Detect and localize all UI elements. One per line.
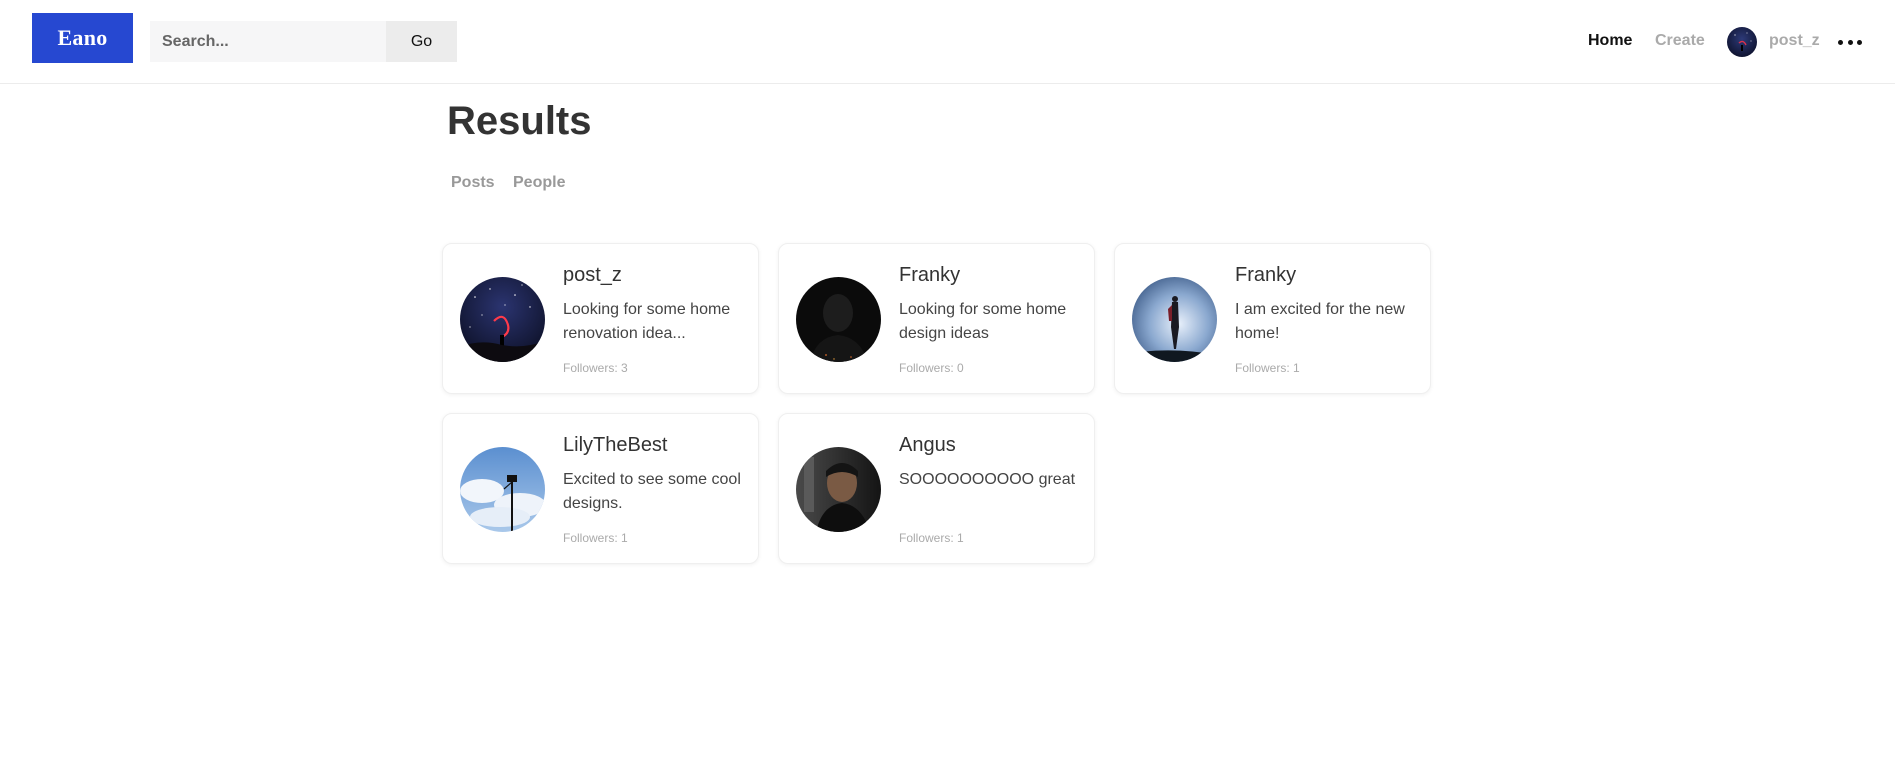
card-bio: SOOOOOOOOOO great [899, 471, 1076, 488]
card-followers: Followers: 0 [899, 361, 964, 375]
tab-people[interactable]: People [513, 174, 565, 192]
nav-username[interactable]: post_z [1769, 32, 1820, 50]
user-card[interactable]: Franky Looking for some home design idea… [778, 243, 1095, 394]
avatar [460, 447, 545, 532]
avatar [460, 277, 545, 362]
user-card[interactable]: Franky I am excited for the new home! Fo… [1114, 243, 1431, 394]
card-followers: Followers: 1 [1235, 361, 1300, 375]
card-followers: Followers: 1 [563, 531, 628, 545]
user-card[interactable]: post_z Looking for some home renovation … [442, 243, 759, 394]
avatar [1132, 277, 1217, 362]
card-name[interactable]: LilyTheBest [563, 434, 668, 457]
card-followers: Followers: 3 [563, 361, 628, 375]
card-bio: I am excited for the new home! [1235, 301, 1405, 342]
top-navbar: Eano Go Home Create post_z [0, 0, 1895, 84]
user-card[interactable]: Angus SOOOOOOOOOO great Followers: 1 [778, 413, 1095, 564]
tab-posts[interactable]: Posts [451, 174, 495, 192]
more-menu-icon[interactable] [1838, 32, 1862, 52]
card-name[interactable]: post_z [563, 264, 622, 287]
user-card[interactable]: LilyTheBest Excited to see some cool des… [442, 413, 759, 564]
nav-home-link[interactable]: Home [1588, 32, 1632, 50]
avatar [796, 277, 881, 362]
card-name[interactable]: Franky [899, 264, 960, 287]
nav-create-link[interactable]: Create [1655, 32, 1705, 50]
page-title: Results [447, 99, 592, 143]
search-go-button[interactable]: Go [386, 21, 457, 62]
card-bio: Looking for some home renovation idea... [563, 301, 731, 342]
search-input[interactable] [150, 21, 386, 62]
card-bio: Excited to see some cool designs. [563, 471, 741, 512]
card-bio: Looking for some home design ideas [899, 301, 1067, 342]
card-followers: Followers: 1 [899, 531, 964, 545]
card-name[interactable]: Franky [1235, 264, 1296, 287]
logo[interactable]: Eano [32, 13, 133, 63]
card-name[interactable]: Angus [899, 434, 956, 457]
user-avatar[interactable] [1727, 27, 1757, 57]
avatar [796, 447, 881, 532]
